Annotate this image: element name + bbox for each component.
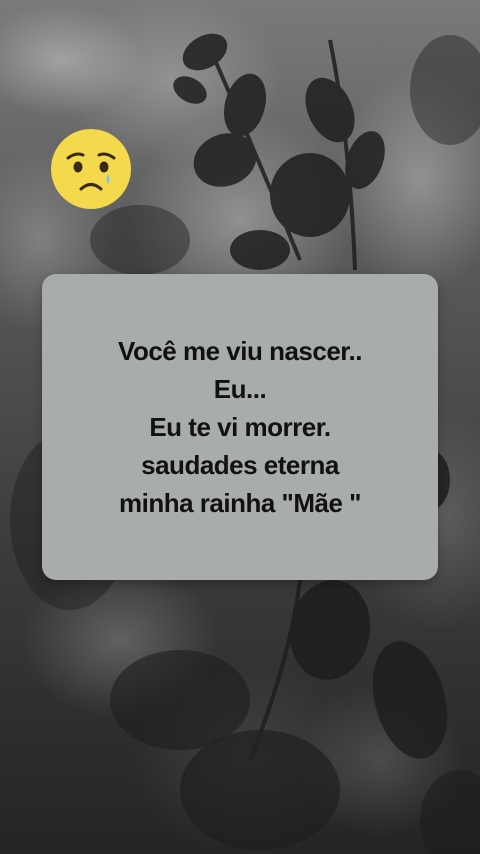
quote-line-3: Eu te vi morrer.	[149, 412, 331, 442]
quote-line-5: minha rainha "Mãe "	[119, 488, 362, 518]
quote-line-4: saudades eterna	[141, 450, 339, 480]
quote-card: Você me viu nascer.. Eu... Eu te vi morr…	[42, 274, 438, 580]
quote-line-2: Eu...	[213, 374, 267, 404]
crying-sad-face-icon	[50, 128, 132, 210]
quote-line-1: Você me viu nascer..	[118, 336, 362, 366]
